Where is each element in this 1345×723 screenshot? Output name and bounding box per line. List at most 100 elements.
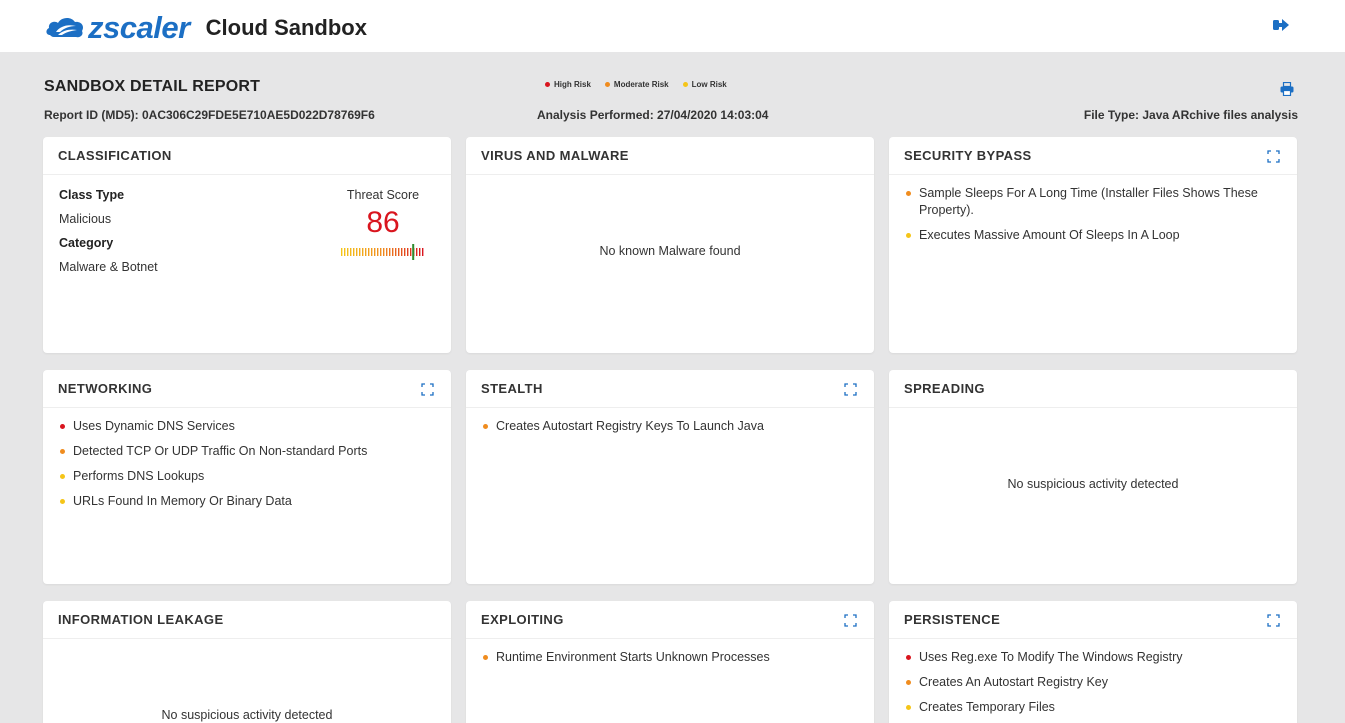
analysis-performed: Analysis Performed: 27/04/2020 14:03:04 — [537, 108, 769, 122]
low-risk-dot-icon — [682, 82, 688, 87]
finding-text: Performs DNS Lookups — [73, 469, 205, 483]
list-item: URLs Found In Memory Or Binary Data — [59, 493, 435, 510]
card-header: NETWORKING — [43, 370, 451, 408]
gauge-tick — [374, 248, 376, 256]
list-item: Runtime Environment Starts Unknown Proce… — [482, 649, 858, 666]
gauge-tick — [386, 248, 388, 256]
gauge-tick — [422, 248, 424, 256]
low-risk-dot-icon — [60, 499, 65, 504]
stealth-card: STEALTH Creates Autostart Registry Keys … — [466, 370, 874, 584]
legend-label: Low Risk — [691, 80, 727, 89]
gauge-tick — [347, 248, 349, 256]
list-item: Uses Reg.exe To Modify The Windows Regis… — [905, 649, 1281, 666]
threat-score-label: Threat Score — [346, 188, 420, 202]
finding-text: URLs Found In Memory Or Binary Data — [73, 494, 292, 508]
card-header: CLASSIFICATION — [43, 137, 451, 175]
top-bar: zscaler Cloud Sandbox — [0, 0, 1345, 52]
exploiting-card: EXPLOITING Runtime Environment Starts Un… — [466, 601, 874, 723]
gauge-tick — [401, 248, 403, 256]
report-title: SANDBOX DETAIL REPORT — [44, 78, 261, 95]
file-type: File Type: Java ARchive files analysis — [1083, 108, 1298, 122]
threat-score: Threat Score 86 — [323, 187, 443, 260]
report-id: Report ID (MD5): 0AC306C29FDE5E710AE5D02… — [44, 108, 375, 122]
list-item: Executes Massive Amount Of Sleeps In A L… — [905, 227, 1281, 244]
gauge-tick — [377, 248, 379, 256]
threat-score-value: 86 — [366, 206, 400, 239]
gauge-tick — [371, 248, 373, 256]
zscaler-cloud-icon — [46, 17, 84, 38]
finding-text: Uses Reg.exe To Modify The Windows Regis… — [919, 650, 1183, 664]
gauge-tick — [359, 248, 361, 256]
low-risk-dot-icon — [906, 705, 911, 710]
card-title: EXPLOITING — [481, 612, 564, 627]
gauge-tick — [392, 248, 394, 256]
gauge-tick — [362, 248, 364, 256]
gauge-tick — [404, 248, 406, 256]
gauge-tick — [356, 248, 358, 256]
high-risk-dot-icon — [60, 424, 65, 429]
gauge-tick — [407, 248, 409, 256]
expand-icon[interactable] — [1267, 150, 1280, 163]
list-item: Creates An Autostart Registry Key — [905, 674, 1281, 691]
finding-text: Runtime Environment Starts Unknown Proce… — [496, 650, 770, 664]
expand-icon[interactable] — [421, 383, 434, 396]
list-item: Creates Temporary Files — [905, 699, 1281, 716]
empty-state-text: No known Malware found — [599, 244, 741, 258]
spreading-card: SPREADING No suspicious activity detecte… — [889, 370, 1297, 584]
card-body: Uses Dynamic DNS Services Detected TCP O… — [43, 408, 451, 510]
card-header: STEALTH — [466, 370, 874, 408]
high-risk-dot-icon — [545, 82, 550, 87]
empty-state-text: No suspicious activity detected — [161, 708, 333, 722]
gauge-tick — [353, 248, 355, 256]
expand-icon[interactable] — [844, 614, 857, 627]
legend-label: High Risk — [554, 80, 591, 89]
category-value: Malware & Botnet — [59, 260, 158, 274]
finding-text: Sample Sleeps For A Long Time (Installer… — [919, 186, 1258, 217]
moderate-risk-dot-icon — [483, 424, 488, 429]
sign-out-icon[interactable] — [1272, 16, 1290, 34]
finding-text: Creates Temporary Files — [919, 700, 1055, 714]
logo-wordmark: zscaler — [88, 10, 190, 45]
finding-list: Creates Autostart Registry Keys To Launc… — [482, 418, 858, 435]
networking-card: NETWORKING Uses Dynamic DNS Services Det… — [43, 370, 451, 584]
legend-high-risk: High Risk — [545, 80, 591, 89]
card-title: VIRUS AND MALWARE — [481, 148, 629, 163]
gauge-tick — [380, 248, 382, 256]
gauge-tick — [419, 248, 421, 256]
list-item: Performs DNS Lookups — [59, 468, 435, 485]
expand-icon[interactable] — [1267, 614, 1280, 627]
gauge-tick — [398, 248, 400, 256]
gauge-tick — [410, 248, 412, 256]
card-header: VIRUS AND MALWARE — [466, 137, 874, 175]
card-body: Sample Sleeps For A Long Time (Installer… — [889, 175, 1297, 244]
gauge-tick — [365, 248, 367, 256]
app-title: Cloud Sandbox — [205, 15, 367, 40]
expand-icon[interactable] — [844, 383, 857, 396]
classification-details: Class Type Malicious Category Malware & … — [59, 187, 158, 283]
threat-score-gauge — [341, 244, 424, 260]
empty-state-text: No suspicious activity detected — [1007, 477, 1179, 491]
print-icon[interactable] — [1280, 82, 1294, 96]
card-title: CLASSIFICATION — [58, 148, 172, 163]
legend-low-risk: Low Risk — [682, 80, 727, 89]
finding-text: Executes Massive Amount Of Sleeps In A L… — [919, 228, 1180, 242]
finding-list: Runtime Environment Starts Unknown Proce… — [482, 649, 858, 666]
risk-legend: High Risk Moderate Risk Low Risk — [545, 80, 727, 89]
card-title: INFORMATION LEAKAGE — [58, 612, 224, 627]
card-title: SECURITY BYPASS — [904, 148, 1032, 163]
gauge-marker — [412, 244, 415, 260]
gauge-tick — [395, 248, 397, 256]
high-risk-dot-icon — [906, 655, 911, 660]
legend-moderate-risk: Moderate Risk — [604, 80, 669, 89]
class-type-label: Class Type — [59, 188, 125, 202]
zscaler-logo: zscaler Cloud Sandbox — [44, 10, 367, 46]
list-item: Creates Autostart Registry Keys To Launc… — [482, 418, 858, 435]
card-header: SECURITY BYPASS — [889, 137, 1297, 175]
moderate-risk-dot-icon — [906, 680, 911, 685]
card-title: STEALTH — [481, 381, 543, 396]
card-body: Uses Reg.exe To Modify The Windows Regis… — [889, 639, 1297, 716]
finding-text: Creates Autostart Registry Keys To Launc… — [496, 419, 764, 433]
list-item: Sample Sleeps For A Long Time (Installer… — [905, 185, 1281, 219]
list-item: Detected TCP Or UDP Traffic On Non-stand… — [59, 443, 435, 460]
list-item: Uses Dynamic DNS Services — [59, 418, 435, 435]
